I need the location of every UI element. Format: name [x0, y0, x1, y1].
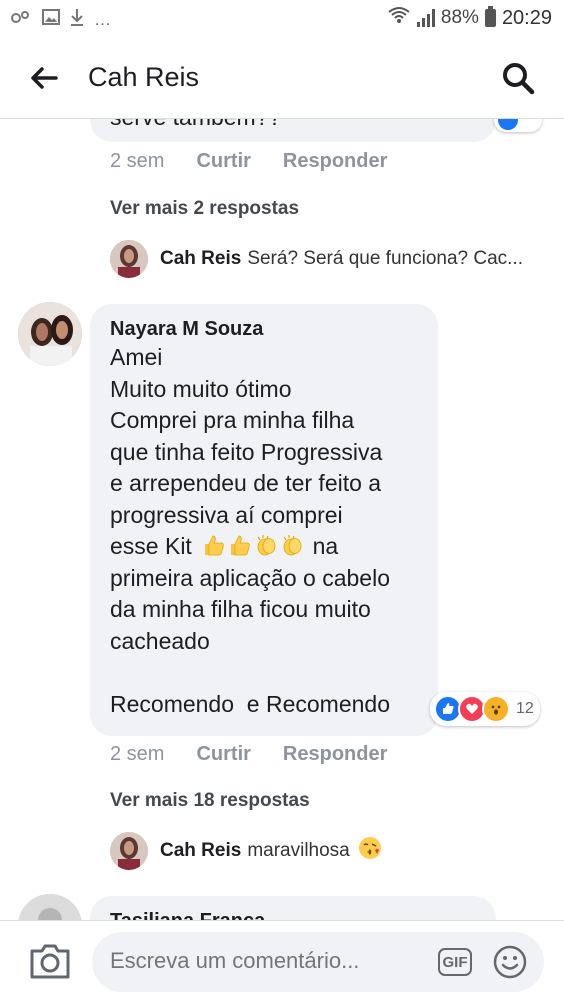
- reply-preview[interactable]: Cah Reis Será? Será que funciona? Cac...: [110, 240, 523, 278]
- like-reaction-icon: [498, 118, 518, 130]
- reaction-badge[interactable]: [494, 118, 542, 132]
- comment-text: Amei Muito muito ótimo Comprei pra minha…: [110, 342, 440, 720]
- reply-author[interactable]: Cah Reis: [160, 840, 241, 862]
- comment-time: 2 sem: [110, 743, 165, 765]
- more-notifications-icon: …: [94, 9, 111, 29]
- clapping-hands-icon: [280, 533, 306, 559]
- comment-line: e arrependeu de ter feito a: [110, 470, 382, 496]
- arrow-left-icon: [31, 67, 58, 89]
- kiss-emoji-icon: [358, 836, 382, 866]
- back-button[interactable]: [26, 60, 62, 96]
- comments-list[interactable]: serve também?? 2 sem Curtir Responder Ve…: [0, 118, 564, 920]
- battery-icon: [484, 6, 496, 27]
- system-status: 88% 20:29: [387, 6, 552, 30]
- emoji-button[interactable]: [492, 944, 528, 980]
- like-button[interactable]: Curtir: [196, 743, 250, 766]
- comment-author[interactable]: Nayara M Souza: [110, 318, 263, 341]
- reply-button[interactable]: Responder: [283, 743, 387, 766]
- reply-text: Será? Será que funciona? Cac...: [247, 248, 523, 269]
- comment-box[interactable]: GIF: [92, 932, 544, 992]
- page-title: Cah Reis: [88, 62, 200, 92]
- comment-line-suffix: na: [312, 533, 339, 559]
- signal-icon: [416, 9, 435, 27]
- comment-line: Amei: [110, 344, 163, 370]
- search-button[interactable]: [500, 60, 536, 96]
- app-header: Cah Reis: [0, 38, 564, 119]
- comment-text: serve também??: [110, 118, 281, 134]
- comment-line: primeira aplicação o cabelo: [110, 564, 390, 591]
- reply-author[interactable]: Cah Reis: [160, 248, 241, 270]
- notification-icon: [10, 9, 32, 30]
- reply-text: maravilhosa: [247, 840, 350, 861]
- smiley-icon: [493, 945, 527, 979]
- clapping-hands-icon: [254, 533, 280, 559]
- wifi-icon: [387, 6, 411, 30]
- camera-button[interactable]: [28, 941, 72, 981]
- view-more-replies[interactable]: Ver mais 18 respostas: [110, 790, 310, 812]
- avatar: [110, 240, 148, 278]
- notification-icons: …: [10, 8, 111, 31]
- comment-line: esse Kit na: [110, 531, 440, 563]
- comment-actions: 2 sem Curtir Responder: [110, 150, 387, 173]
- status-bar: … 88% 20:29: [0, 0, 564, 38]
- comment-line: da minha filha ficou muito: [110, 596, 371, 622]
- comment-line-prefix: esse Kit: [110, 533, 192, 559]
- avatar[interactable]: [18, 302, 82, 366]
- battery-percentage: 88%: [440, 7, 479, 28]
- comment-actions: 2 sem Curtir Responder: [110, 743, 387, 766]
- avatar: [110, 832, 148, 870]
- like-button[interactable]: Curtir: [196, 150, 250, 173]
- comment-time: 2 sem: [110, 150, 165, 172]
- download-icon: [70, 8, 84, 31]
- reply-preview[interactable]: Cah Reis maravilhosa: [110, 832, 382, 870]
- clock: 20:29: [501, 6, 552, 29]
- comment-input[interactable]: [110, 948, 410, 974]
- comment-line: que tinha feito Progressiva: [110, 438, 383, 465]
- reply-button[interactable]: Responder: [283, 150, 387, 173]
- wow-reaction-icon: [482, 695, 510, 723]
- camera-icon: [30, 944, 70, 979]
- comment-line: progressiva aí comprei: [110, 501, 343, 528]
- search-icon: [503, 63, 535, 95]
- gallery-icon: [42, 9, 60, 30]
- comment-bubble[interactable]: Tasiliana Franca: [90, 896, 496, 920]
- avatar[interactable]: [18, 894, 82, 920]
- comment-bubble[interactable]: serve também??: [90, 118, 496, 142]
- comment-bubble[interactable]: Nayara M Souza Amei Muito muito ótimo Co…: [90, 304, 438, 736]
- thumbs-up-icon: [202, 533, 228, 559]
- thumbs-up-icon: [228, 533, 254, 559]
- comment-composer: GIF: [0, 920, 564, 1003]
- gif-button[interactable]: GIF: [438, 948, 472, 976]
- comment-line: Muito muito ótimo: [110, 375, 292, 402]
- comment-line: Comprei pra minha filha: [110, 407, 355, 433]
- comment-author[interactable]: Tasiliana Franca: [110, 910, 265, 920]
- reaction-badge[interactable]: 12: [430, 692, 540, 726]
- comment-line: Recomendo e Recomendo: [110, 690, 390, 717]
- comment-line: cacheado: [110, 627, 210, 654]
- reaction-count: 12: [516, 700, 534, 717]
- view-more-replies[interactable]: Ver mais 2 respostas: [110, 198, 299, 220]
